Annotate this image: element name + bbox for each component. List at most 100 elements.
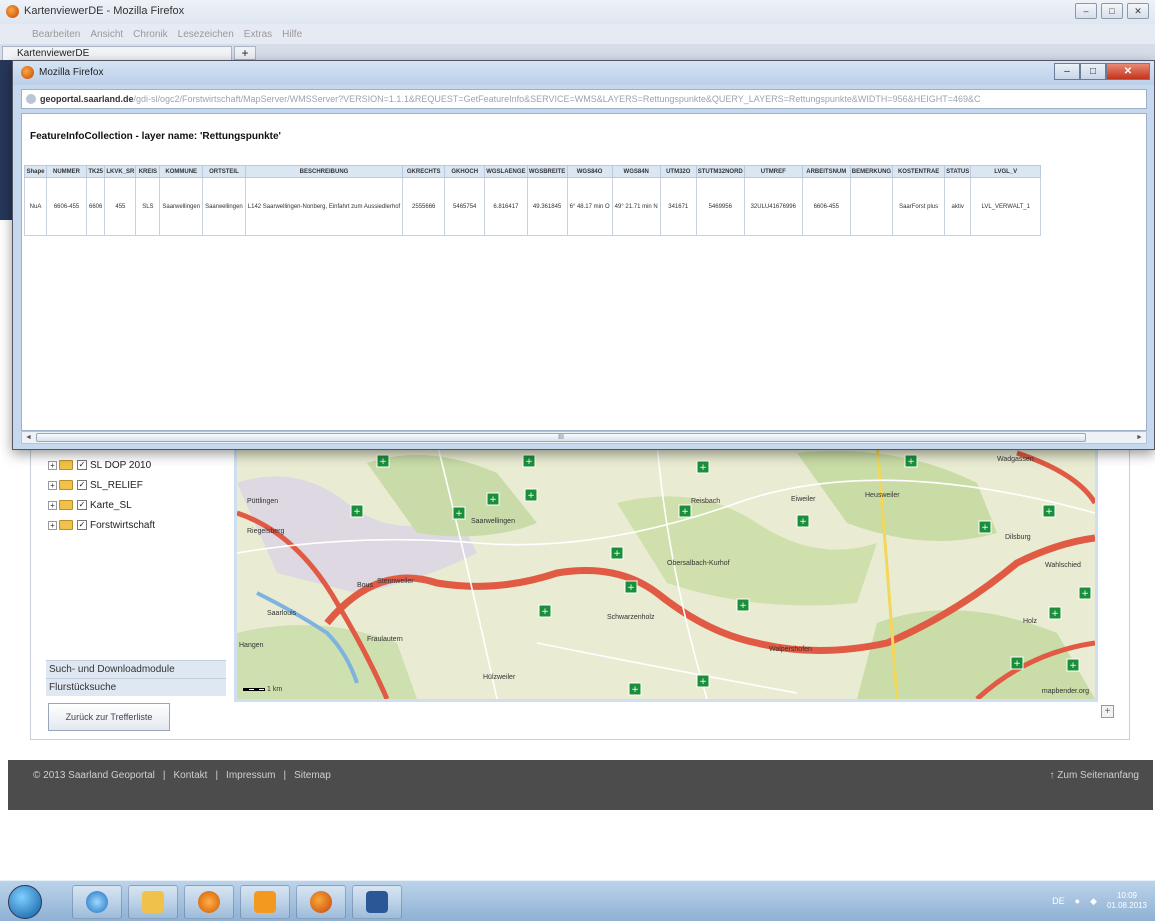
plus-icon[interactable]: + xyxy=(1101,705,1114,718)
layer-item[interactable]: + ✓ Forstwirtschaft xyxy=(48,515,226,535)
footer-link-sitemap[interactable]: Sitemap xyxy=(294,770,331,781)
table-cell: Saarwellingen xyxy=(202,177,246,236)
layer-label: Forstwirtschaft xyxy=(90,519,156,531)
folder-icon xyxy=(59,460,73,470)
menu-chronik[interactable]: Chronik xyxy=(133,29,167,40)
layer-item[interactable]: + ✓ Karte_SL xyxy=(48,495,226,515)
rescue-cross-icon: + xyxy=(1069,661,1077,671)
expand-icon[interactable]: + xyxy=(48,500,57,510)
horizontal-scrollbar[interactable]: ◄ III ► xyxy=(21,431,1147,444)
map-view[interactable]: + + + + + + + + + + + + + + + + + + + + + + Wadgassen Saarwell… xyxy=(234,440,1098,702)
rescue-cross-icon: + xyxy=(799,517,807,527)
rescue-cross-icon: + xyxy=(541,607,549,617)
popup-url-bar[interactable]: geoportal.saarland.de/gdi-sl/ogc2/Forstw… xyxy=(21,89,1147,109)
clock[interactable]: 10:09 01.08.2013 xyxy=(1107,891,1147,911)
map-place-label: Saarlouis xyxy=(267,610,297,617)
minimize-button[interactable]: – xyxy=(1075,3,1097,19)
popup-maximize-button[interactable]: □ xyxy=(1080,63,1106,80)
layer-checkbox[interactable]: ✓ xyxy=(77,480,87,490)
column-header: KREIS xyxy=(135,165,161,178)
internet-explorer-icon xyxy=(86,891,108,913)
layer-item[interactable]: + ✓ SL_RELIEF xyxy=(48,475,226,495)
back-to-results-button[interactable]: Zurück zur Trefferliste xyxy=(48,703,170,731)
map-place-label: Saarwellingen xyxy=(471,518,515,525)
layer-checkbox[interactable]: ✓ xyxy=(77,460,87,470)
table-cell: 5469956 xyxy=(695,177,745,236)
system-tray: DE ● ◆ 10:09 01.08.2013 xyxy=(1052,891,1147,911)
table-cell: 5465754 xyxy=(444,177,486,236)
column-header: GKRECHTS xyxy=(402,165,446,178)
close-button[interactable]: ✕ xyxy=(1127,3,1149,19)
menu-bearbeiten[interactable]: Bearbeiten xyxy=(32,29,80,40)
layer-checkbox[interactable]: ✓ xyxy=(77,500,87,510)
expand-icon[interactable]: + xyxy=(48,520,57,530)
rescue-cross-icon: + xyxy=(907,457,915,467)
footer-link-impressum[interactable]: Impressum xyxy=(226,770,275,781)
layer-label: Karte_SL xyxy=(90,499,132,511)
rescue-cross-icon: + xyxy=(455,509,463,519)
clock-date: 01.08.2013 xyxy=(1106,901,1147,910)
map-place-label: Reisbach xyxy=(691,498,720,505)
column-header: NUMMER xyxy=(46,165,87,178)
rescue-cross-icon: + xyxy=(631,685,639,695)
table-cell: Saarwellingen xyxy=(159,177,204,236)
rescue-cross-icon: + xyxy=(739,601,747,611)
maximize-button[interactable]: □ xyxy=(1101,3,1123,19)
module-parcel-search[interactable]: Flurstücksuche xyxy=(46,678,226,696)
clock-time: 10:09 xyxy=(1116,891,1137,900)
taskbar-mediaplayer-button[interactable] xyxy=(184,885,234,919)
rescue-cross-icon: + xyxy=(527,491,535,501)
layer-label: SL DOP 2010 xyxy=(90,459,152,471)
map-canvas[interactable]: + + + + + + + + + + + + + + + + + + + + + + Wadgassen Saarwell… xyxy=(237,443,1095,699)
module-panel: Such- und Downloadmodule Flurstücksuche xyxy=(46,660,226,696)
tab-kartenviewer[interactable]: KartenviewerDE xyxy=(2,46,232,60)
table-cell: 6606-455 xyxy=(46,177,87,236)
module-search-download[interactable]: Such- und Downloadmodule xyxy=(46,660,226,678)
url-path: /gdi-sl/ogc2/Forstwirtschaft/MapServer/W… xyxy=(133,94,981,104)
layer-item[interactable]: + ✓ SL DOP 2010 xyxy=(48,455,226,475)
map-place-label: Holz xyxy=(1023,618,1038,625)
menu-ansicht[interactable]: Ansicht xyxy=(90,29,123,40)
map-attribution: mapbender.org xyxy=(1041,688,1089,695)
taskbar-ie-button[interactable] xyxy=(72,885,122,919)
footer-link-kontakt[interactable]: Kontakt xyxy=(174,770,208,781)
volume-icon[interactable]: ◆ xyxy=(1090,896,1097,907)
featureinfo-popup-window: Mozilla Firefox – □ ✕ geoportal.saarland… xyxy=(12,60,1155,450)
layer-checkbox[interactable]: ✓ xyxy=(77,520,87,530)
expand-icon[interactable]: + xyxy=(48,480,57,490)
popup-minimize-button[interactable]: – xyxy=(1054,63,1080,80)
scale-label: 1 km xyxy=(267,686,283,693)
map-place-label: Hülzweiler xyxy=(483,674,516,681)
table-row: NuA 6606-455 6606 455 SLS Saarwellingen Saarwe… xyxy=(24,177,1042,236)
menu-lesezeichen[interactable]: Lesezeichen xyxy=(178,29,234,40)
taskbar-word-button[interactable] xyxy=(352,885,402,919)
menu-extras[interactable]: Extras xyxy=(244,29,272,40)
menu-hilfe[interactable]: Hilfe xyxy=(282,29,302,40)
network-icon[interactable]: ● xyxy=(1075,896,1080,906)
column-header: LVGL_V xyxy=(970,165,1042,178)
layer-label: SL_RELIEF xyxy=(90,479,143,491)
column-header: WGSLAENGE xyxy=(484,165,528,178)
back-to-top-link[interactable]: ↑ Zum Seitenanfang xyxy=(1050,770,1140,781)
expand-icon[interactable]: + xyxy=(48,460,57,470)
menu-bar: Bearbeiten Ansicht Chronik Lesezeichen E… xyxy=(0,24,1155,44)
scrollbar-thumb[interactable]: III xyxy=(36,433,1086,442)
column-header: GKHOCH xyxy=(444,165,486,178)
popup-close-button[interactable]: ✕ xyxy=(1106,63,1150,80)
rescue-cross-icon: + xyxy=(699,677,707,687)
new-tab-button[interactable]: + xyxy=(234,46,256,60)
column-header: ARBEITSNUM xyxy=(801,165,851,178)
scroll-right-icon[interactable]: ► xyxy=(1133,432,1146,443)
taskbar-outlook-button[interactable] xyxy=(240,885,290,919)
scroll-left-icon[interactable]: ◄ xyxy=(22,432,35,443)
start-button[interactable] xyxy=(8,885,42,919)
map-place-label: Obersalbach-Kurhof xyxy=(667,560,730,567)
word-icon xyxy=(366,891,388,913)
rescue-cross-icon: + xyxy=(525,457,533,467)
site-identity-icon xyxy=(26,94,36,104)
language-indicator[interactable]: DE xyxy=(1052,896,1065,906)
column-header: WGSBREITE xyxy=(526,165,568,178)
page-footer: © 2013 Saarland Geoportal | Kontakt | Im… xyxy=(8,760,1153,810)
taskbar-firefox-button[interactable] xyxy=(296,885,346,919)
taskbar-explorer-button[interactable] xyxy=(128,885,178,919)
